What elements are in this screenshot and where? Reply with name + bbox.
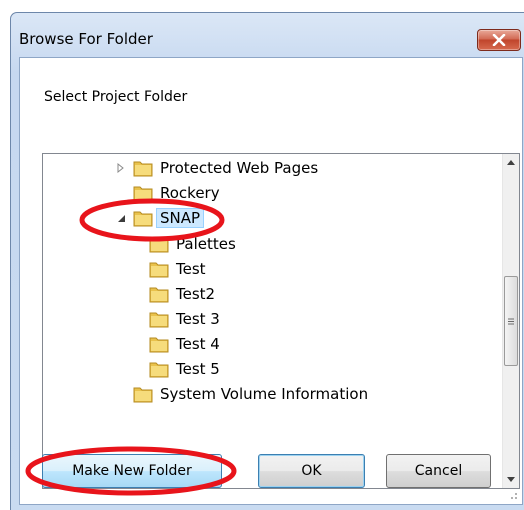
folder-tree[interactable]: Protected Web Pages Rockery SNAP Palette…: [42, 153, 520, 489]
scroll-up-arrow-icon[interactable]: [503, 154, 519, 171]
collapse-arrow-icon[interactable]: [117, 213, 127, 223]
ok-button[interactable]: OK: [258, 454, 365, 488]
tree-item-protected-web-pages[interactable]: Protected Web Pages: [117, 156, 318, 180]
tree-item-system-volume-information[interactable]: System Volume Information: [133, 382, 368, 406]
make-new-folder-button[interactable]: Make New Folder: [42, 454, 222, 488]
tree-item-test2[interactable]: Test2: [149, 282, 215, 306]
tree-item-label: Test 4: [176, 335, 220, 353]
dialog-prompt: Select Project Folder: [44, 89, 188, 105]
close-button[interactable]: [477, 29, 521, 51]
folder-icon: [133, 184, 153, 202]
tree-item-label: Test: [176, 260, 206, 278]
folder-icon: [149, 235, 169, 253]
tree-item-palettes[interactable]: Palettes: [149, 232, 236, 256]
expand-arrow-icon[interactable]: [117, 163, 127, 173]
tree-item-test-3[interactable]: Test 3: [149, 307, 220, 331]
browse-for-folder-dialog: Browse For Folder Select Project Folder …: [10, 12, 524, 510]
folder-icon: [149, 260, 169, 278]
vertical-scrollbar[interactable]: [502, 154, 519, 488]
tree-item-label: SNAP: [156, 208, 205, 228]
tree-item-label: System Volume Information: [160, 385, 369, 403]
dialog-title: Browse For Folder: [19, 30, 153, 48]
tree-item-label: Palettes: [176, 235, 236, 253]
dialog-client-area: Select Project Folder Protected Web Page…: [19, 57, 523, 505]
tree-item-label: Test 3: [176, 310, 220, 328]
folder-icon: [133, 385, 153, 403]
resize-grip-icon[interactable]: [508, 490, 518, 500]
tree-item-label: Rockery: [160, 184, 220, 202]
folder-icon: [133, 159, 153, 177]
cancel-button[interactable]: Cancel: [386, 454, 491, 488]
tree-item-test[interactable]: Test: [149, 257, 206, 281]
folder-icon: [149, 310, 169, 328]
tree-item-label: Protected Web Pages: [160, 159, 319, 177]
tree-item-test-4[interactable]: Test 4: [149, 332, 220, 356]
folder-icon: [149, 360, 169, 378]
close-icon: [492, 34, 506, 46]
folder-icon: [149, 335, 169, 353]
folder-icon: [149, 285, 169, 303]
tree-item-snap[interactable]: SNAP: [117, 206, 205, 230]
tree-item-label: Test 5: [176, 360, 220, 378]
scroll-down-arrow-icon[interactable]: [503, 471, 519, 488]
folder-icon: [133, 209, 153, 227]
tree-item-rockery[interactable]: Rockery: [133, 181, 220, 205]
scrollbar-thumb[interactable]: [504, 276, 518, 366]
tree-item-label: Test2: [176, 285, 216, 303]
tree-item-test-5[interactable]: Test 5: [149, 357, 220, 381]
